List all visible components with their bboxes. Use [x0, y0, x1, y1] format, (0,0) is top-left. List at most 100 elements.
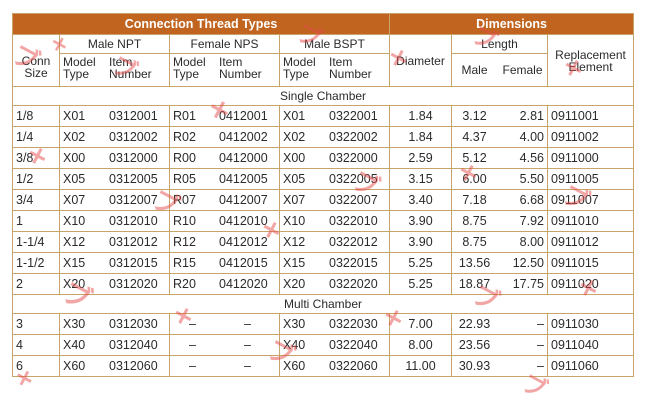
male-npt-model-type-cell: X00 [59, 147, 106, 169]
conn-size-cell: 1/8 [12, 105, 60, 127]
diameter-cell: 3.90 [389, 231, 452, 253]
length-female-cell: – [497, 355, 548, 377]
replacement-element-cell: 0911015 [546, 252, 635, 274]
male-bspt-model-type-cell: X30 [279, 313, 326, 335]
conn-size-cell: 1/4 [12, 126, 60, 148]
male-bspt-item-number-cell: 0322030 [325, 313, 390, 335]
table-row: 1-1/4 X12 0312012 R12 0412012 X12 0322012 3.90 8… [12, 231, 635, 253]
length-female-header: Female [497, 53, 548, 87]
replacement-element-cell: 0911060 [546, 355, 635, 377]
male-bspt-item-number-cell: 0322000 [325, 147, 390, 169]
female-nps-model-type-cell: R10 [169, 210, 216, 232]
male-bspt-header: Male BSPT [279, 34, 390, 54]
table-row: 1 X10 0312010 R10 0412010 X10 0322010 3.90 8.75 7… [12, 210, 635, 232]
diameter-cell: 11.00 [389, 355, 452, 377]
female-nps-model-type-cell: R05 [169, 168, 216, 190]
length-female-cell: – [497, 334, 548, 356]
length-female-cell: 5.50 [497, 168, 548, 190]
conn-size-cell: 1-1/2 [12, 252, 60, 274]
male-bspt-item-number-cell: 0322020 [325, 273, 390, 295]
replacement-element-cell: 0911001 [546, 105, 635, 127]
female-nps-model-type-cell: R20 [169, 273, 216, 295]
male-bspt-model-type-cell: X00 [279, 147, 326, 169]
male-bspt-model-type-cell: X15 [279, 252, 326, 274]
male-bspt-item-number-cell: 0322002 [325, 126, 390, 148]
table-row: 3/4 X07 0312007 R07 0412007 X07 0322007 3.40 7.1… [12, 189, 635, 211]
conn-size-cell: 6 [12, 355, 60, 377]
length-female-cell: – [497, 313, 548, 335]
section-heading-row: Multi Chamber [11, 294, 635, 314]
male-npt-item-number-cell: 0312030 [105, 313, 170, 335]
replacement-element-cell: 0911010 [546, 210, 635, 232]
female-nps-model-type-cell: – [169, 334, 216, 356]
male-npt-item-number-cell: 0312040 [105, 334, 170, 356]
diameter-cell: 1.84 [389, 105, 452, 127]
male-bspt-item-number-cell: 0322007 [325, 189, 390, 211]
conn-size-cell: 3/4 [12, 189, 60, 211]
male-npt-model-type-header: Model Type [59, 53, 106, 87]
female-nps-model-type-cell: R00 [169, 147, 216, 169]
male-bspt-model-type-cell: X20 [279, 273, 326, 295]
male-npt-model-type-cell: X01 [59, 105, 106, 127]
subheader-row: Model Type Item Number Model Type Item N… [13, 53, 634, 87]
section-title: Single Chamber [11, 86, 635, 106]
female-nps-item-number-header: Item Number [215, 53, 280, 87]
female-nps-model-type-cell: R07 [169, 189, 216, 211]
replacement-element-cell: 0911005 [546, 168, 635, 190]
male-npt-model-type-cell: X15 [59, 252, 106, 274]
male-npt-item-number-cell: 0312012 [105, 231, 170, 253]
spec-table-container: Connection Thread Types Dimensions Conn … [11, 13, 635, 377]
male-bspt-model-type-cell: X60 [279, 355, 326, 377]
diameter-cell: 5.25 [389, 252, 452, 274]
length-male-cell: 4.37 [451, 126, 498, 148]
male-npt-item-number-cell: 0312002 [105, 126, 170, 148]
male-bspt-model-type-cell: X02 [279, 126, 326, 148]
female-nps-item-number-cell: 0412005 [215, 168, 280, 190]
female-nps-model-type-cell: R02 [169, 126, 216, 148]
length-female-cell: 17.75 [497, 273, 548, 295]
male-bspt-item-number-cell: 0322060 [325, 355, 390, 377]
conn-size-cell: 4 [12, 334, 60, 356]
male-npt-model-type-cell: X07 [59, 189, 106, 211]
length-female-cell: 7.92 [497, 210, 548, 232]
female-nps-item-number-cell: 0412001 [215, 105, 280, 127]
section-heading-row: Single Chamber [11, 86, 635, 106]
replacement-element-cell: 0911040 [546, 334, 635, 356]
female-nps-model-type-cell: R12 [169, 231, 216, 253]
male-npt-item-number-cell: 0312000 [105, 147, 170, 169]
male-npt-item-number-cell: 0312010 [105, 210, 170, 232]
table-row: 3 X30 0312030– – X30 0322030 7.00 22.93–0911030 [12, 313, 635, 335]
male-bspt-model-type-cell: X05 [279, 168, 326, 190]
male-npt-model-type-cell: X05 [59, 168, 106, 190]
female-nps-model-type-header: Model Type [169, 53, 216, 87]
replacement-element-cell: 0911007 [546, 189, 635, 211]
replacement-element-header: Replacement Element [546, 34, 635, 87]
dimensions-heading: Dimensions [388, 13, 635, 35]
diameter-cell: 5.25 [389, 273, 452, 295]
female-nps-item-number-cell: 0412010 [215, 210, 280, 232]
male-npt-item-number-cell: 0312020 [105, 273, 170, 295]
male-npt-model-type-cell: X20 [59, 273, 106, 295]
length-female-cell: 2.81 [497, 105, 548, 127]
male-bspt-item-number-cell: 0322012 [325, 231, 390, 253]
length-male-cell: 18.87 [451, 273, 498, 295]
length-male-cell: 5.12 [451, 147, 498, 169]
length-female-cell: 6.68 [497, 189, 548, 211]
table-row: 1-1/2 X15 0312015 R15 0412015 X15 0322015 5.25 1… [12, 252, 635, 274]
female-nps-item-number-cell: 0412020 [215, 273, 280, 295]
table-row: 1/8 X01 0312001 R01 0412001 X01 0322001 1.84 3.1… [12, 105, 635, 127]
diameter-cell: 2.59 [389, 147, 452, 169]
replacement-element-cell: 0911002 [546, 126, 635, 148]
female-nps-item-number-cell: – [215, 313, 280, 335]
male-bspt-item-number-cell: 0322005 [325, 168, 390, 190]
female-nps-model-type-cell: – [169, 313, 216, 335]
header-row: Connection Thread Types Dimensions [12, 13, 635, 35]
male-bspt-item-number-cell: 0322001 [325, 105, 390, 127]
length-male-cell: 30.93 [451, 355, 498, 377]
female-nps-model-type-cell: R15 [169, 252, 216, 274]
female-nps-header: Female NPS [169, 34, 280, 54]
conn-size-cell: 1/2 [12, 168, 60, 190]
diameter-cell: 1.84 [389, 126, 452, 148]
length-female-cell: 8.00 [497, 231, 548, 253]
conn-size-cell: 2 [12, 273, 60, 295]
